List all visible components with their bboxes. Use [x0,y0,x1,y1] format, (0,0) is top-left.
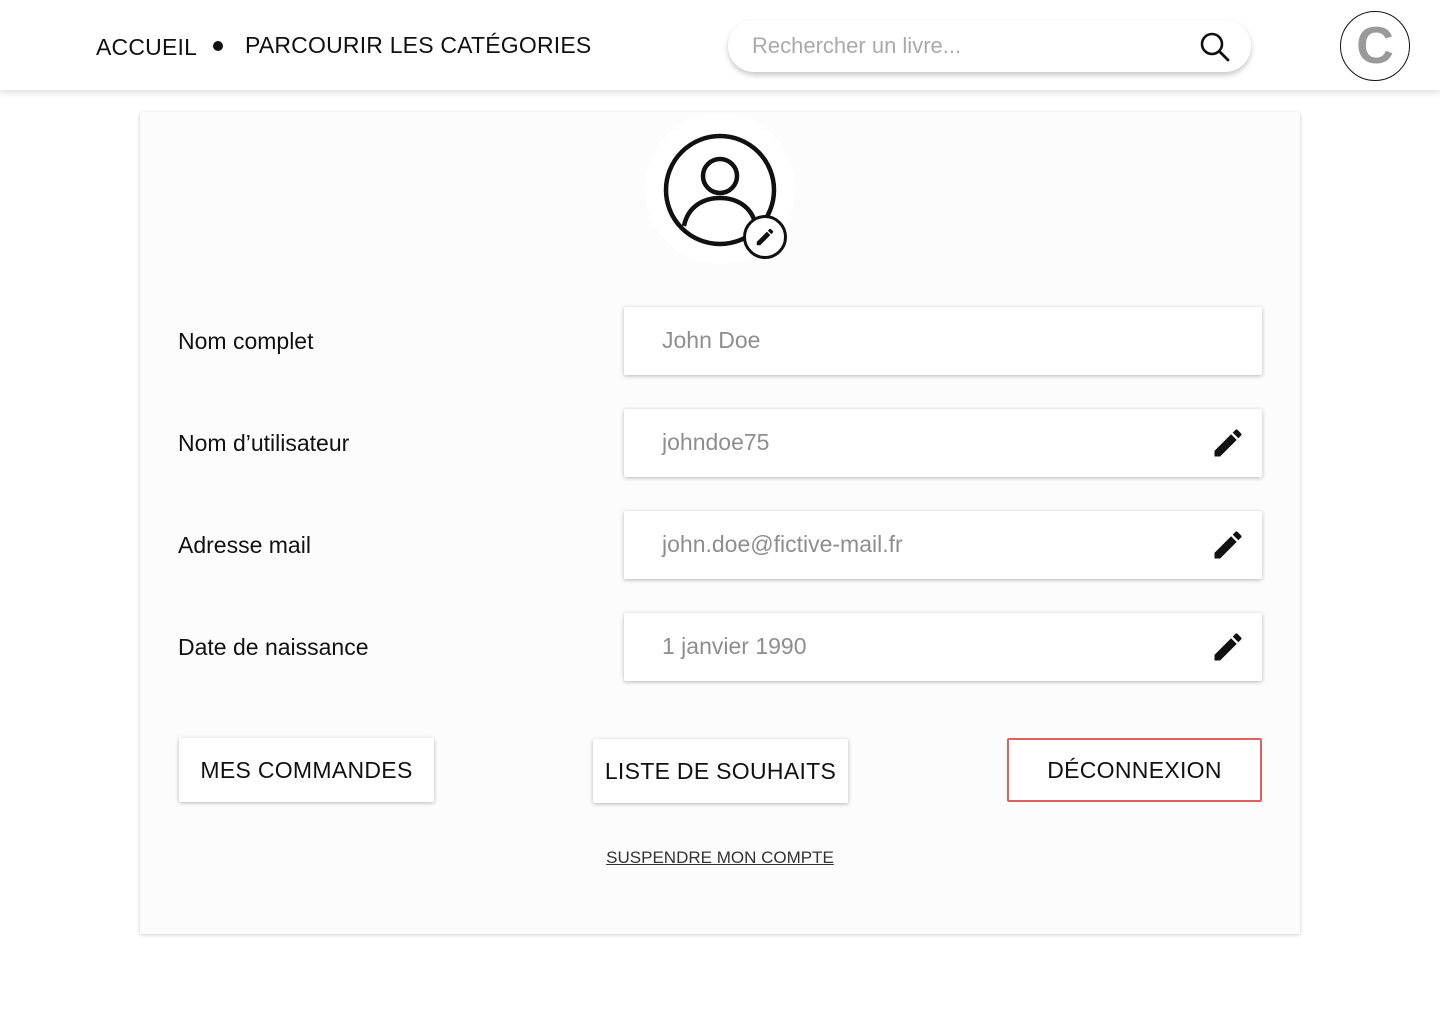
suspend-account-link: SUSPENDRE MON COMPTE [140,848,1300,868]
user-avatar[interactable]: C [1340,11,1410,81]
avatar-initial: C [1356,17,1394,75]
edit-birthdate-pencil-icon[interactable] [1210,629,1246,665]
birthdate-value: 1 janvier 1990 [662,633,807,659]
birthdate-label: Date de naissance [178,634,369,660]
email-field: john.doe@fictive-mail.fr [624,511,1262,579]
edit-email-pencil-icon[interactable] [1210,527,1246,563]
fullname-label: Nom complet [178,328,314,354]
username-field: johndoe75 [624,409,1262,477]
fullname-value: John Doe [662,327,761,353]
my-orders-button[interactable]: MES COMMANDES [179,738,434,802]
username-value: johndoe75 [662,429,770,455]
suspend-account-link-text[interactable]: SUSPENDRE MON COMPTE [606,848,834,867]
top-navigation-bar: ACCUEIL PARCOURIR LES CATÉGORIES C [0,0,1440,90]
search-input[interactable] [752,28,1182,64]
logout-button[interactable]: DÉCONNEXION [1007,738,1262,802]
nav-categories-link[interactable]: PARCOURIR LES CATÉGORIES [245,32,591,59]
email-label: Adresse mail [178,532,311,558]
username-label: Nom d’utilisateur [178,430,350,456]
fullname-field: John Doe [624,307,1262,375]
profile-card: Nom complet John Doe Nom d’utilisateur j… [140,112,1300,934]
edit-picture-button[interactable] [743,215,787,259]
pencil-icon [756,228,774,246]
email-value: john.doe@fictive-mail.fr [662,531,903,557]
edit-username-pencil-icon[interactable] [1210,425,1246,461]
wishlist-button[interactable]: LISTE DE SOUHAITS [593,739,848,803]
birthdate-field: 1 janvier 1990 [624,613,1262,681]
profile-picture[interactable] [645,114,795,264]
search-bar [728,20,1251,72]
nav-separator-dot [213,41,223,51]
nav-home-link[interactable]: ACCUEIL [96,34,197,61]
search-icon[interactable] [1198,30,1232,64]
